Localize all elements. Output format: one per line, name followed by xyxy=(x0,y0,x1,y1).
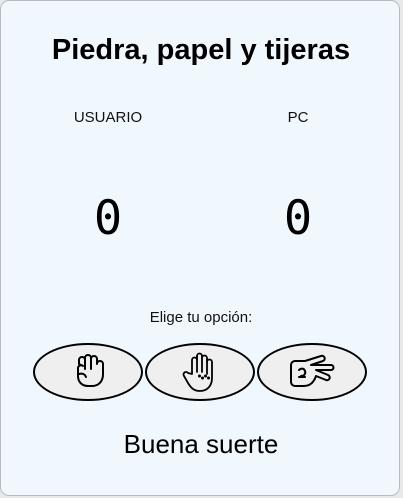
open-hand-icon xyxy=(182,352,213,392)
scissors-hand-icon xyxy=(290,354,335,387)
scissors-button[interactable]: Tijeras xyxy=(257,343,367,401)
user-score: 0 xyxy=(93,191,123,246)
paper-button[interactable]: Papel xyxy=(145,343,255,401)
pc-score: 0 xyxy=(283,191,313,246)
game-card: Piedra, papel y tijeras USUARIO PC 0 0 E… xyxy=(0,0,400,496)
status-message: Buena suerte xyxy=(123,429,279,459)
pc-label: PC xyxy=(287,109,309,126)
fist-icon xyxy=(77,354,104,387)
rock-button[interactable]: Piedra xyxy=(33,343,143,401)
game-title: Piedra, papel y tijeras xyxy=(51,34,351,66)
user-label: USUARIO xyxy=(73,109,143,126)
choice-prompt: Elige tu opción: xyxy=(149,309,253,326)
